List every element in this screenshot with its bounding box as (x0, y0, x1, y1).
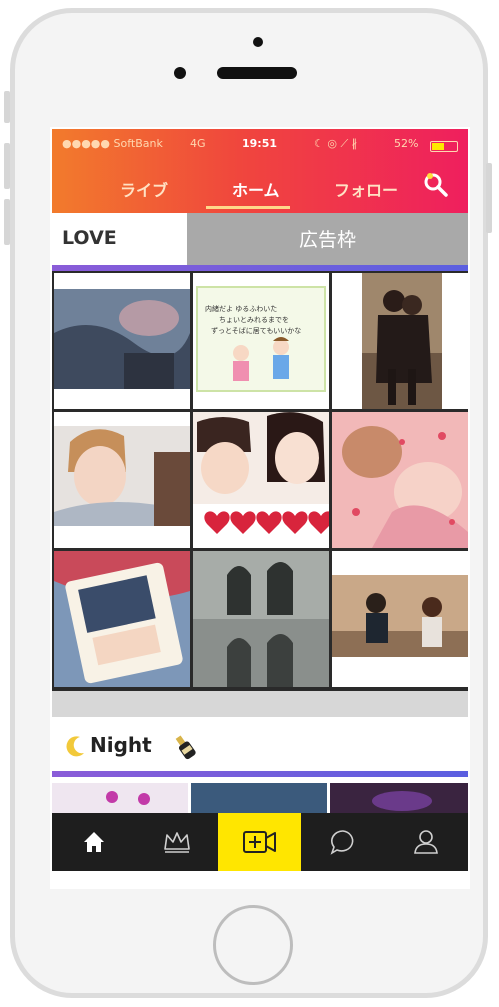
active-tab-indicator (206, 206, 290, 209)
love-section-header: LOVE 広告枠 (52, 213, 468, 265)
photo-tile[interactable] (54, 412, 190, 548)
tab-bar-broadcast[interactable] (218, 813, 301, 871)
photo-tile[interactable] (332, 551, 468, 687)
battery-percent: 52% (394, 137, 419, 150)
home-icon (83, 832, 104, 852)
handwritten-line: ちょいとみれるまでを (219, 316, 289, 324)
night-preview-strip[interactable] (52, 783, 468, 813)
love-section-title: LOVE (62, 227, 117, 249)
photo-tile[interactable] (332, 273, 468, 409)
moon-icon (66, 736, 84, 757)
crown-icon (163, 832, 190, 853)
front-camera (253, 37, 263, 47)
photo-grid: 内緒だよ ゆるふわいた ちょいとみれるまでを ずっとそばに居てもいいかな (52, 271, 468, 691)
power-button (486, 163, 492, 233)
battery-icon (430, 141, 458, 152)
night-section-header: Night (52, 717, 468, 771)
network-label: 4G (190, 137, 206, 150)
photo-tile[interactable] (54, 273, 190, 409)
bottom-tab-bar (52, 813, 468, 871)
tab-home[interactable]: ホーム (232, 177, 280, 201)
app-screen: ●●●●● SoftBank 4G 19:51 ☾ ◎ ⟋ ∦ 52% ライブ … (50, 127, 470, 889)
tab-bar-ranking[interactable] (135, 813, 218, 871)
search-icon[interactable] (422, 171, 450, 199)
battery-level (432, 143, 444, 150)
profile-icon (413, 830, 438, 854)
section-spacer (52, 691, 468, 717)
home-button[interactable] (213, 905, 293, 985)
section-divider (52, 771, 468, 777)
tab-bar-profile[interactable] (384, 813, 467, 871)
photo-tile[interactable]: 内緒だよ ゆるふわいた ちょいとみれるまでを ずっとそばに居てもいいかな (193, 273, 329, 409)
photo-tile[interactable] (54, 551, 190, 687)
photo-tile[interactable] (193, 412, 329, 548)
tab-live[interactable]: ライブ (120, 177, 168, 201)
tab-bar-home[interactable] (52, 813, 135, 871)
tab-follow[interactable]: フォロー (334, 177, 398, 201)
handwritten-line: ずっとそばに居てもいいかな (211, 326, 301, 335)
champagne-bottle-icon (175, 735, 196, 760)
status-icons: ☾ ◎ ⟋ ∦ (314, 137, 358, 150)
chat-bubble-icon (330, 830, 353, 855)
volume-down-button (4, 199, 10, 245)
volume-up-button (4, 143, 10, 189)
ad-banner[interactable]: 広告枠 (187, 213, 468, 265)
handwritten-line: 内緒だよ ゆるふわいた (205, 304, 277, 313)
clock: 19:51 (242, 137, 278, 150)
proximity-sensor (174, 67, 186, 79)
night-section-title: Night (90, 733, 152, 757)
header: ●●●●● SoftBank 4G 19:51 ☾ ◎ ⟋ ∦ 52% ライブ … (52, 129, 468, 213)
carrier-label: ●●●●● SoftBank (62, 137, 163, 150)
ad-label: 広告枠 (298, 229, 356, 251)
status-bar: ●●●●● SoftBank 4G 19:51 ☾ ◎ ⟋ ∦ 52% (52, 137, 468, 155)
tab-bar-messages[interactable] (301, 813, 384, 871)
earpiece-speaker (217, 67, 297, 79)
photo-tile[interactable] (193, 551, 329, 687)
add-video-icon (242, 831, 276, 853)
mute-switch (4, 91, 10, 123)
photo-tile[interactable] (332, 412, 468, 548)
